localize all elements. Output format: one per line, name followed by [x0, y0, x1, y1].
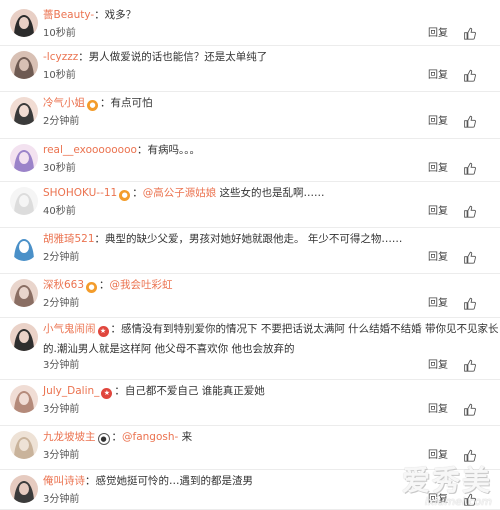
comment-item: -lcyzzz：男人做爱说的话也能信？还是太单纯了 10秒前 回复	[0, 46, 500, 92]
comment-text-continued: 的.潮汕男人就是这样阿 他父母不喜欢你 他也会放弃的	[43, 343, 295, 355]
thumbs-up-icon[interactable]	[463, 69, 476, 82]
comment-text: ：戏多？	[94, 9, 137, 21]
username-link[interactable]: 小气鬼闹闹	[43, 323, 96, 335]
avatar[interactable]	[10, 51, 38, 79]
comment-line: July_Dalin_ ★ ：自己都不爱自己 谁能真正爱她	[43, 384, 265, 399]
avatar[interactable]	[10, 233, 38, 261]
comment-line: 胡雅琦521：典型的缺少父爱，男孩对她好她就跟他走。 年少不可得之物……	[43, 232, 402, 246]
comment-text-tail: 来	[178, 431, 193, 443]
reply-button[interactable]: 回复	[428, 163, 448, 175]
watermark: 爱秀美 ixiumei.com	[402, 459, 492, 508]
thumbs-up-icon[interactable]	[463, 162, 476, 175]
mention-link[interactable]: @fangosh-	[122, 431, 178, 443]
comment-item: 冷气小姐 ● ：有点可怕 2分钟前 回复	[0, 92, 500, 139]
comment-time: 10秒前	[43, 70, 76, 81]
username-link[interactable]: 俺叫诗诗	[43, 475, 85, 487]
reply-button[interactable]: 回复	[428, 252, 448, 264]
avatar[interactable]	[10, 9, 38, 37]
reply-button[interactable]: 回复	[428, 116, 448, 128]
comment-line: 薔Beauty-：戏多？	[43, 8, 136, 22]
mention-link[interactable]: @高公子源姑娘	[143, 187, 217, 199]
comment-line: 九龙坡坡主 ● ：@fangosh- 来	[43, 430, 192, 445]
thumbs-up-icon[interactable]	[463, 115, 476, 128]
comment-time: 2分钟前	[43, 298, 80, 309]
avatar[interactable]	[10, 323, 38, 351]
avatar[interactable]	[10, 279, 38, 307]
username-link[interactable]: 薔Beauty-	[43, 9, 94, 21]
comment-text: ：	[132, 187, 143, 199]
avatar[interactable]	[10, 187, 38, 215]
comment-text: ：	[111, 431, 123, 443]
username-link[interactable]: -lcyzzz	[43, 51, 78, 63]
username-link[interactable]: real__exoooooooo	[43, 144, 137, 156]
reply-button[interactable]: 回复	[428, 404, 448, 416]
comment-item: 深秋663 ● ：@我会吐彩虹 2分钟前 回复	[0, 274, 500, 318]
comment-time: 3分钟前	[43, 360, 80, 371]
comment-time: 10秒前	[43, 28, 76, 39]
comment-time: 3分钟前	[43, 404, 80, 415]
thumbs-up-icon[interactable]	[463, 403, 476, 416]
panda-badge-icon: ●	[97, 433, 110, 445]
username-link[interactable]: 胡雅琦521	[43, 233, 95, 245]
comment-item: 小气鬼闹闹 ★ ：感情没有到特别爱你的情况下 不要把话说太满阿 什么结婚不结婚 带你…	[0, 318, 500, 380]
comment-item: July_Dalin_ ★ ：自己都不爱自己 谁能真正爱她 3分钟前 回复	[0, 380, 500, 426]
username-link[interactable]: July_Dalin_	[43, 385, 99, 397]
avatar[interactable]	[10, 475, 38, 503]
reply-button[interactable]: 回复	[428, 28, 448, 40]
star-badge-icon: ★	[97, 326, 109, 337]
comment-text: ：男人做爱说的话也能信？还是太单纯了	[78, 51, 268, 63]
comment-time: 2分钟前	[43, 116, 80, 127]
reply-button[interactable]: 回复	[428, 206, 448, 218]
comment-time: 2分钟前	[43, 252, 80, 263]
comment-item: SHOHOKU--11 ● ：@高公子源姑娘 这些女的也是乱啊…… 40秒前 回复	[0, 182, 500, 228]
reply-button[interactable]: 回复	[428, 360, 448, 372]
username-link[interactable]: 九龙坡坡主	[43, 431, 96, 443]
member-badge-icon: ●	[87, 100, 98, 111]
reply-button[interactable]: 回复	[428, 70, 448, 82]
thumbs-up-icon[interactable]	[463, 27, 476, 40]
comment-line: 冷气小姐 ● ：有点可怕	[43, 96, 153, 111]
comment-text: ：有点可怕	[100, 97, 153, 109]
comment-line: real__exoooooooo：有病吗。。。	[43, 143, 200, 157]
avatar[interactable]	[10, 385, 38, 413]
thumbs-up-icon[interactable]	[463, 251, 476, 264]
comment-text: ：感觉她挺可怜的…遇到的都是渣男	[85, 475, 253, 487]
comment-text: ：有病吗。。。	[136, 144, 200, 156]
username-link[interactable]: SHOHOKU--11	[43, 187, 117, 199]
comment-item: 胡雅琦521：典型的缺少父爱，男孩对她好她就跟他走。 年少不可得之物…… 2分钟前…	[0, 228, 500, 274]
comment-text: ：感情没有到特别爱你的情况下 不要把话说太满阿 什么结婚不结婚 带你见不见家长	[110, 323, 499, 335]
comment-line: 小气鬼闹闹 ★ ：感情没有到特别爱你的情况下 不要把话说太满阿 什么结婚不结婚 带你…	[43, 322, 499, 337]
mention-link[interactable]: @我会吐彩虹	[110, 279, 173, 291]
comment-time: 40秒前	[43, 206, 76, 217]
comment-line: 俺叫诗诗：感觉她挺可怜的…遇到的都是渣男	[43, 474, 253, 488]
avatar[interactable]	[10, 431, 38, 459]
avatar[interactable]	[10, 97, 38, 125]
thumbs-up-icon[interactable]	[463, 297, 476, 310]
comment-item: 薔Beauty-：戏多？ 10秒前 回复	[0, 4, 500, 46]
watermark-main: 爱秀美	[401, 464, 492, 497]
member-badge-icon: ●	[119, 190, 131, 201]
comment-text-tail: 这些女的也是乱啊……	[216, 187, 325, 199]
comment-text: ：自己都不爱自己 谁能真正爱她	[114, 385, 265, 397]
star-badge-icon: ★	[101, 388, 113, 399]
username-link[interactable]: 深秋663	[43, 279, 84, 291]
comment-text: ：典型的缺少父爱，男孩对她好她就跟他走。 年少不可得之物……	[94, 233, 403, 245]
comment-time: 3分钟前	[43, 494, 80, 505]
member-badge-icon: ●	[86, 282, 98, 293]
comment-item: real__exoooooooo：有病吗。。。 30秒前 回复	[0, 139, 500, 182]
thumbs-up-icon[interactable]	[463, 359, 476, 372]
thumbs-up-icon[interactable]	[463, 205, 476, 218]
reply-button[interactable]: 回复	[428, 298, 448, 310]
comment-line: -lcyzzz：男人做爱说的话也能信？还是太单纯了	[43, 50, 267, 64]
username-link[interactable]: 冷气小姐	[43, 97, 85, 109]
comment-time: 3分钟前	[43, 450, 80, 461]
comment-text: ：	[99, 279, 110, 291]
comment-line: SHOHOKU--11 ● ：@高公子源姑娘 这些女的也是乱啊……	[43, 186, 325, 201]
avatar[interactable]	[10, 144, 38, 172]
comment-time: 30秒前	[43, 163, 76, 174]
comment-line: 深秋663 ● ：@我会吐彩虹	[43, 278, 173, 293]
